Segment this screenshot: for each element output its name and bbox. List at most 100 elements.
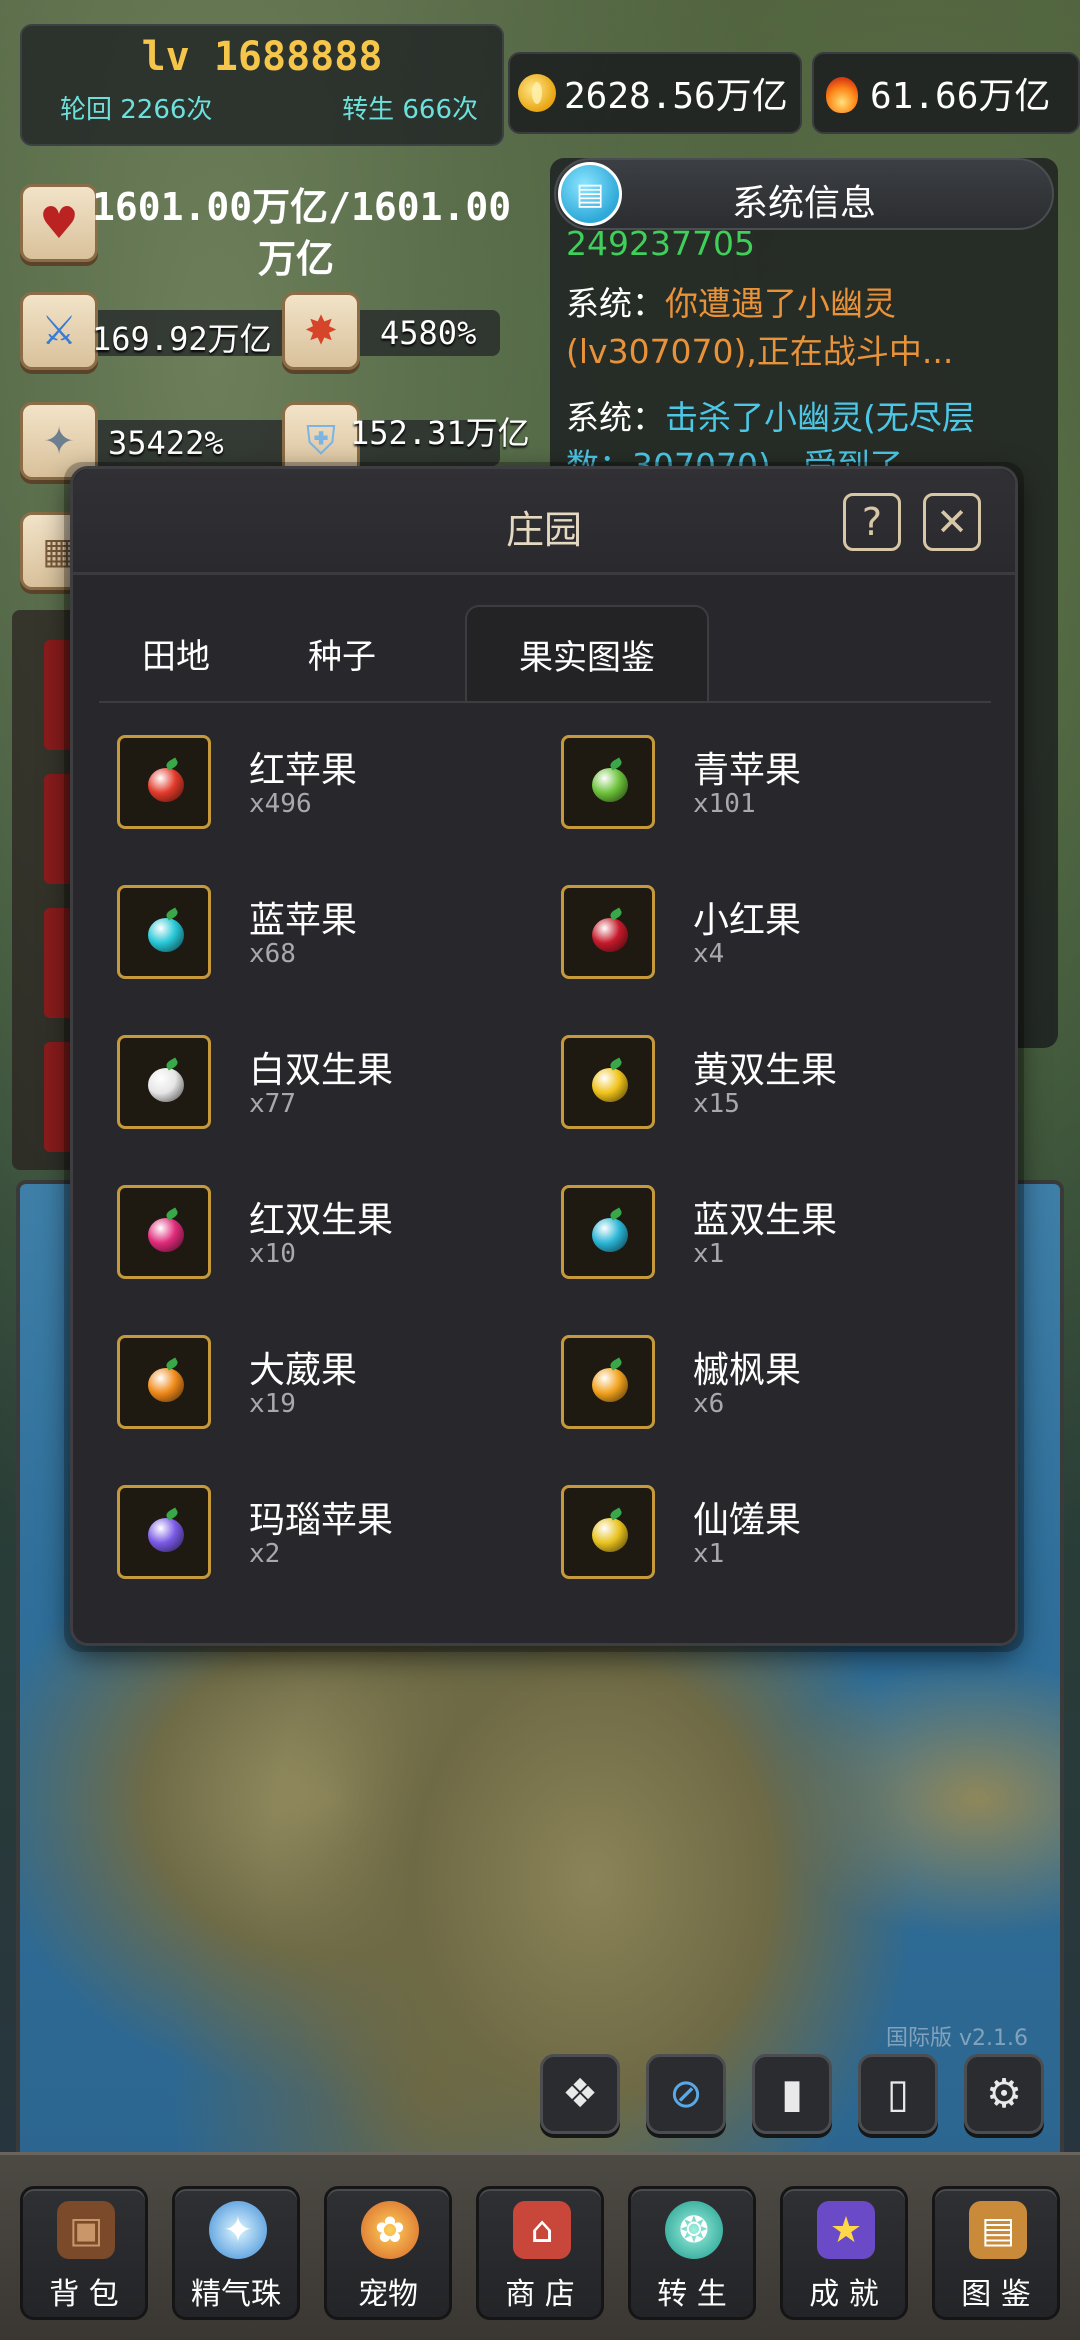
- fruit-name: 黄双生果: [693, 1050, 838, 1091]
- fruit-name: 蓝双生果: [693, 1200, 838, 1241]
- fruit-item[interactable]: 蓝苹果 x68: [117, 885, 537, 985]
- tab-fields[interactable]: 田地: [113, 605, 239, 701]
- tab-seeds[interactable]: 种子: [279, 605, 405, 701]
- fruit-graphic: [148, 1518, 184, 1552]
- achievement-icon: ★: [817, 2201, 875, 2259]
- version-label: 国际版 v2.1.6: [886, 2026, 1028, 2051]
- fruit-count: x1: [693, 1239, 725, 1269]
- sword-icon: ⚔: [20, 292, 98, 370]
- fruit-item[interactable]: 小红果 x4: [561, 885, 981, 985]
- fruit-item[interactable]: 白双生果 x77: [117, 1035, 537, 1135]
- red-twin-fruit-icon: [117, 1185, 211, 1279]
- fruit-item[interactable]: 玛瑙苹果 x2: [117, 1485, 537, 1585]
- fruit-item[interactable]: 黄双生果 x15: [561, 1035, 981, 1135]
- fruit-count: x6: [693, 1389, 725, 1419]
- small-red-fruit-icon: [561, 885, 655, 979]
- nav-backpack[interactable]: ▣ 背 包: [20, 2186, 148, 2320]
- leaf-graphic: [608, 1057, 624, 1071]
- fruit-item[interactable]: 蓝双生果 x1: [561, 1185, 981, 1285]
- tab-fruit-codex[interactable]: 果实图鉴: [465, 605, 709, 701]
- fruit-graphic: [592, 1368, 628, 1402]
- fruit-item[interactable]: 青苹果 x101: [561, 735, 981, 835]
- nav-rebirth[interactable]: ❂ 转 生: [628, 2186, 756, 2320]
- fruit-name: 青苹果: [693, 750, 802, 791]
- system-label: 系统：: [566, 284, 665, 323]
- nav-shop[interactable]: ⌂ 商 店: [476, 2186, 604, 2320]
- fruit-count: x496: [249, 789, 312, 819]
- fruit-graphic: [592, 918, 628, 952]
- player-level: lv 1688888: [141, 34, 383, 80]
- pet-icon: ✿: [361, 2201, 419, 2259]
- leaf-graphic: [608, 1507, 624, 1521]
- immortal-fruit-icon: [561, 1485, 655, 1579]
- heart-icon: ♥: [20, 184, 98, 262]
- nav-pet[interactable]: ✿ 宠物: [324, 2186, 452, 2320]
- blue-twin-fruit-icon: [561, 1185, 655, 1279]
- dialog-header: 庄园 ? ✕: [73, 469, 1015, 575]
- ranking-icon[interactable]: ▮: [752, 2054, 832, 2134]
- mute-icon[interactable]: ⊘: [646, 2054, 726, 2134]
- system-message: 系统：你遭遇了小幽灵(lv307070),正在战斗中...: [566, 280, 1036, 376]
- treasure-icon[interactable]: ❖: [540, 2054, 620, 2134]
- reincarnation-count: 轮回 2266次: [60, 95, 213, 125]
- nav-label: 成 就: [809, 2277, 879, 2312]
- clipboard-icon: ▤: [558, 162, 622, 226]
- rebirth-count: 转生 666次: [342, 95, 478, 125]
- fruit-count: x10: [249, 1239, 296, 1269]
- fruit-count: x19: [249, 1389, 296, 1419]
- nav-label: 图 鉴: [961, 2277, 1031, 2312]
- gold-coin-icon: [518, 74, 556, 112]
- fruit-graphic: [148, 1218, 184, 1252]
- system-label: 系统：: [566, 398, 665, 437]
- tab-divider: [99, 701, 991, 703]
- settings-icon[interactable]: ⚙: [964, 2054, 1044, 2134]
- fruit-name: 玛瑙苹果: [249, 1500, 394, 1541]
- agate-apple-icon: [117, 1485, 211, 1579]
- nav-label: 精气珠: [191, 2277, 281, 2312]
- question-icon: ?: [861, 500, 883, 544]
- book-icon[interactable]: ▯: [858, 2054, 938, 2134]
- fruit-item[interactable]: 红双生果 x10: [117, 1185, 537, 1285]
- fruit-count: x68: [249, 939, 296, 969]
- system-info-title: 系统信息: [731, 183, 876, 224]
- nav-label: 商 店: [505, 2277, 575, 2312]
- gold-counter: 2628.56万亿: [508, 52, 802, 134]
- crit-value: 4580%: [380, 314, 477, 352]
- fire-icon: [822, 71, 862, 115]
- fire-value: 61.66万亿: [870, 76, 1051, 117]
- maple-fruit-icon: [561, 1335, 655, 1429]
- fruit-item[interactable]: 红苹果 x496: [117, 735, 537, 835]
- fruit-graphic: [148, 1368, 184, 1402]
- close-button[interactable]: ✕: [923, 493, 981, 551]
- codex-icon: ▤: [969, 2201, 1027, 2259]
- nav-label: 转 生: [657, 2277, 727, 2312]
- fruit-name: 大葳果: [249, 1350, 358, 1391]
- fruit-name: 红苹果: [249, 750, 358, 791]
- fruit-name: 白双生果: [249, 1050, 394, 1091]
- leaf-graphic: [164, 1507, 180, 1521]
- fruit-count: x101: [693, 789, 756, 819]
- crit-damage-value: 35422%: [108, 424, 224, 462]
- system-info-header[interactable]: 系统信息: [554, 158, 1054, 230]
- rebirth-icon: ❂: [665, 2201, 723, 2259]
- fruit-graphic: [592, 1518, 628, 1552]
- blue-apple-icon: [117, 885, 211, 979]
- fruit-graphic: [148, 918, 184, 952]
- close-icon: ✕: [936, 500, 968, 544]
- fruit-item[interactable]: 槭枫果 x6: [561, 1335, 981, 1435]
- fruit-count: x15: [693, 1089, 740, 1119]
- backpack-icon: ▣: [57, 2201, 115, 2259]
- fruit-graphic: [148, 1068, 184, 1102]
- nav-spirit-orb[interactable]: ✦ 精气珠: [172, 2186, 300, 2320]
- fruit-item[interactable]: 仙馐果 x1: [561, 1485, 981, 1585]
- fruit-item[interactable]: 大葳果 x19: [117, 1335, 537, 1435]
- red-apple-icon: [117, 735, 211, 829]
- nav-achievement[interactable]: ★ 成 就: [780, 2186, 908, 2320]
- help-button[interactable]: ?: [843, 493, 901, 551]
- hp-unit: 万亿: [258, 237, 335, 281]
- hp-value: 1601.00万亿/1601.00: [92, 185, 512, 229]
- yellow-twin-fruit-icon: [561, 1035, 655, 1129]
- leaf-graphic: [608, 1357, 624, 1371]
- nav-codex[interactable]: ▤ 图 鉴: [932, 2186, 1060, 2320]
- nav-label: 背 包: [49, 2277, 119, 2312]
